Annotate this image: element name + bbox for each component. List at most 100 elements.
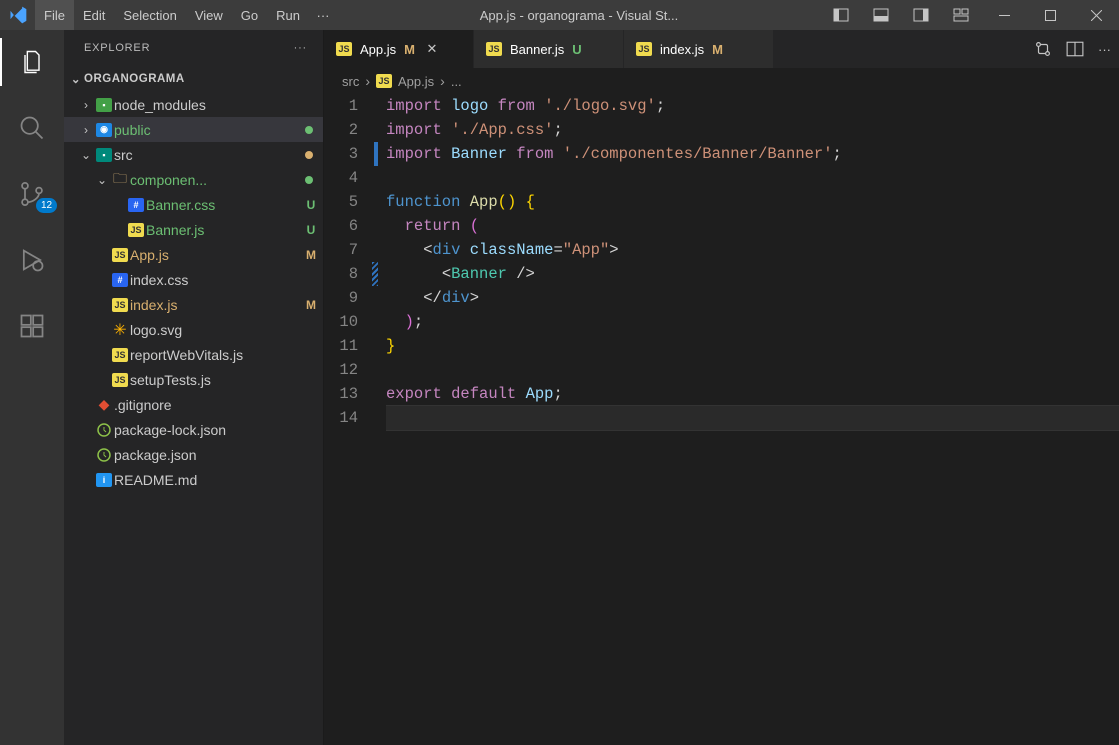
file-App.js[interactable]: JSApp.jsM — [64, 242, 323, 267]
activity-run-debug-icon[interactable] — [8, 236, 56, 284]
tab-git-status: M — [712, 42, 723, 57]
file-index.css[interactable]: #index.css — [64, 267, 323, 292]
chevron-right-icon: › — [440, 73, 445, 89]
activity-search-icon[interactable] — [8, 104, 56, 152]
vscode-logo-icon — [0, 5, 35, 25]
code-content[interactable]: import logo from './logo.svg';import './… — [386, 94, 1119, 745]
editor-area: JSApp.jsM✕JSBanner.jsUJSindex.jsM ··· sr… — [324, 30, 1119, 745]
sidebar-more-icon[interactable]: ··· — [294, 42, 307, 54]
activity-extensions-icon[interactable] — [8, 302, 56, 350]
tab-index.js[interactable]: JSindex.jsM — [624, 30, 774, 68]
tree-item-label: package.json — [114, 447, 323, 463]
git-status-badge: U — [299, 198, 323, 212]
tab-bar: JSApp.jsM✕JSBanner.jsUJSindex.jsM ··· — [324, 30, 1119, 68]
file-.gitignore[interactable]: ◆.gitignore — [64, 392, 323, 417]
file-index.js[interactable]: JSindex.jsM — [64, 292, 323, 317]
menu-file[interactable]: File — [35, 0, 74, 30]
tab-Banner.js[interactable]: JSBanner.jsU — [474, 30, 624, 68]
tree-item-label: index.js — [130, 297, 299, 313]
chevron-right-icon: › — [365, 73, 370, 89]
more-actions-icon[interactable]: ··· — [1098, 42, 1111, 57]
titlebar: FileEditSelectionViewGoRun ··· App.js - … — [0, 0, 1119, 30]
window-maximize-icon[interactable] — [1027, 0, 1073, 30]
activity-explorer-icon[interactable] — [8, 38, 56, 86]
line-number-gutter: 1234567891011121314 — [324, 94, 386, 745]
scm-badge: 12 — [36, 198, 57, 213]
git-status-dot — [305, 151, 313, 159]
file-package.json[interactable]: package.json — [64, 442, 323, 467]
file-README.md[interactable]: iREADME.md — [64, 467, 323, 492]
split-editor-icon[interactable] — [1066, 40, 1084, 58]
compare-changes-icon[interactable] — [1034, 40, 1052, 58]
folder-src[interactable]: ⌄▪src — [64, 142, 323, 167]
explorer-root-header[interactable]: ⌄ ORGANOGRAMA — [64, 65, 323, 92]
file-reportWebVitals.js[interactable]: JSreportWebVitals.js — [64, 342, 323, 367]
chevron-down-icon: ⌄ — [68, 72, 84, 86]
sidebar-title: EXPLORER — [84, 42, 150, 54]
tree-item-label: App.js — [130, 247, 299, 263]
file-package-lock.json[interactable]: package-lock.json — [64, 417, 323, 442]
tab-label: App.js — [360, 42, 396, 57]
tree-item-label: package-lock.json — [114, 422, 323, 438]
menu-selection[interactable]: Selection — [114, 0, 185, 30]
tree-item-label: README.md — [114, 472, 323, 488]
folder-node_modules[interactable]: ›▪node_modules — [64, 92, 323, 117]
tab-close-icon[interactable]: ✕ — [423, 41, 441, 57]
sidebar: EXPLORER ··· ⌄ ORGANOGRAMA ›▪node_module… — [64, 30, 324, 745]
window-minimize-icon[interactable] — [981, 0, 1027, 30]
breadcrumbs[interactable]: src›JSApp.js›... — [324, 68, 1119, 94]
tree-item-label: Banner.js — [146, 222, 299, 238]
layout-controls — [821, 0, 981, 30]
tree-item-label: logo.svg — [130, 322, 323, 338]
git-status-dot — [305, 126, 313, 134]
tab-actions: ··· — [1026, 30, 1119, 68]
folder-componen...[interactable]: ⌄🗀componen... — [64, 167, 323, 192]
activity-source-control-icon[interactable]: 12 — [8, 170, 56, 218]
code-editor[interactable]: 1234567891011121314 import logo from './… — [324, 94, 1119, 745]
git-status-dot — [305, 176, 313, 184]
menu-overflow-icon[interactable]: ··· — [309, 0, 337, 30]
toggle-panel-icon[interactable] — [861, 0, 901, 30]
sidebar-header: EXPLORER ··· — [64, 30, 323, 65]
tree-item-label: setupTests.js — [130, 372, 323, 388]
tree-item-label: src — [114, 147, 305, 163]
window-controls — [981, 0, 1119, 30]
git-status-badge: M — [299, 248, 323, 262]
window-title: App.js - organograma - Visual St... — [345, 8, 813, 23]
tree-item-label: componen... — [130, 172, 305, 188]
tab-git-status: M — [404, 42, 415, 57]
tab-App.js[interactable]: JSApp.jsM✕ — [324, 30, 474, 68]
menu-view[interactable]: View — [186, 0, 232, 30]
folder-public[interactable]: ›◉public — [64, 117, 323, 142]
customize-layout-icon[interactable] — [941, 0, 981, 30]
breadcrumb-part[interactable]: App.js — [398, 74, 434, 89]
menubar: FileEditSelectionViewGoRun — [35, 0, 309, 30]
tab-label: index.js — [660, 42, 704, 57]
file-Banner.js[interactable]: JSBanner.jsU — [64, 217, 323, 242]
window-close-icon[interactable] — [1073, 0, 1119, 30]
toggle-secondary-sidebar-icon[interactable] — [901, 0, 941, 30]
menu-go[interactable]: Go — [232, 0, 267, 30]
chevron-right-icon: › — [78, 98, 94, 112]
git-status-badge: U — [299, 223, 323, 237]
menu-edit[interactable]: Edit — [74, 0, 114, 30]
tree-item-label: public — [114, 122, 305, 138]
file-setupTests.js[interactable]: JSsetupTests.js — [64, 367, 323, 392]
chevron-down-icon: ⌄ — [78, 148, 94, 162]
toggle-sidebar-icon[interactable] — [821, 0, 861, 30]
tree-item-label: index.css — [130, 272, 323, 288]
menu-run[interactable]: Run — [267, 0, 309, 30]
tab-label: Banner.js — [510, 42, 564, 57]
explorer-root-label: ORGANOGRAMA — [84, 73, 185, 85]
breadcrumb-part[interactable]: ... — [451, 74, 462, 89]
tab-git-status: U — [572, 42, 581, 57]
chevron-right-icon: › — [78, 123, 94, 137]
git-status-badge: M — [299, 298, 323, 312]
tree-item-label: reportWebVitals.js — [130, 347, 323, 363]
chevron-down-icon: ⌄ — [94, 173, 110, 187]
file-tree: ›▪node_modules›◉public⌄▪src⌄🗀componen...… — [64, 92, 323, 745]
file-logo.svg[interactable]: ✳logo.svg — [64, 317, 323, 342]
file-Banner.css[interactable]: #Banner.cssU — [64, 192, 323, 217]
activity-bar: 12 — [0, 30, 64, 745]
breadcrumb-part[interactable]: src — [342, 74, 359, 89]
